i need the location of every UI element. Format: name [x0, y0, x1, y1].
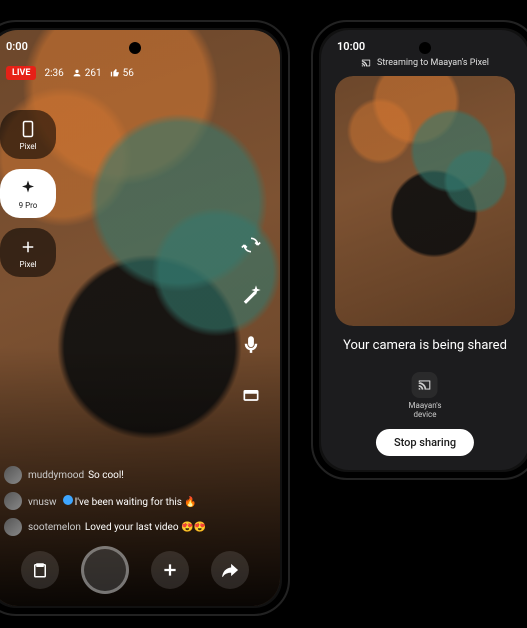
flip-camera-icon — [241, 235, 261, 255]
comment-row: sootemelon Loved your last video 😍😍 — [4, 518, 220, 536]
mic-icon — [241, 335, 261, 355]
comment-user: muddymood — [28, 470, 84, 481]
avatar — [4, 492, 22, 510]
phone-frame-icon — [19, 120, 37, 138]
rail-label: Pixel — [19, 260, 36, 269]
right-controls — [236, 230, 266, 410]
like-count: 56 — [110, 68, 134, 79]
camera-preview — [335, 76, 515, 326]
phone-streaming: 0:00 LIVE 2:36 261 56 Pixel — [0, 20, 290, 616]
verified-badge-icon — [63, 495, 73, 505]
cast-icon — [361, 58, 371, 68]
shutter-button[interactable] — [81, 546, 129, 594]
bottom-toolbar — [0, 546, 280, 594]
comment-row: muddymood So cool! — [4, 466, 220, 484]
stream-header: LIVE 2:36 261 56 — [0, 66, 280, 80]
plus-icon — [19, 238, 37, 256]
avatar — [4, 466, 22, 484]
stream-duration: 2:36 — [44, 68, 63, 79]
avatar — [4, 518, 22, 536]
share-button[interactable] — [211, 551, 249, 589]
share-icon — [221, 561, 239, 579]
wand-icon — [241, 285, 261, 305]
streaming-indicator: Streaming to Maayan's Pixel — [321, 58, 527, 68]
rail-label: 9 Pro — [19, 201, 38, 210]
device-label: Maayan's device — [409, 402, 442, 420]
comment-row: vnusw I've been waiting for this 🔥 — [4, 492, 220, 510]
clipboard-button[interactable] — [21, 551, 59, 589]
camera-punchhole — [129, 42, 141, 54]
camera-feed — [335, 76, 515, 326]
phone-sharing: 10:00 Streaming to Maayan's Pixel Your c… — [311, 20, 527, 480]
streaming-label: Streaming to Maayan's Pixel — [377, 58, 489, 68]
filters-button[interactable] — [236, 280, 266, 310]
thumbs-up-icon — [110, 68, 120, 78]
share-title: Your camera is being shared — [321, 338, 527, 353]
sparkle-icon — [19, 179, 37, 197]
viewer-count: 261 — [72, 68, 102, 79]
comment-text: I've been waiting for this 🔥 — [75, 497, 197, 508]
add-effect-button[interactable] — [151, 551, 189, 589]
stop-sharing-button[interactable]: Stop sharing — [376, 429, 474, 456]
comment-user: vnusw — [28, 497, 57, 508]
camera-punchhole — [419, 42, 431, 54]
comment-text: So cool! — [88, 470, 124, 481]
screen: 0:00 LIVE 2:36 261 56 Pixel — [0, 30, 280, 606]
card-icon — [241, 385, 261, 405]
flip-camera-button[interactable] — [236, 230, 266, 260]
status-time: 10:00 — [337, 40, 365, 53]
cast-icon — [418, 378, 432, 392]
person-icon — [72, 68, 82, 78]
status-time: 0:00 — [6, 40, 28, 53]
rail-label: Pixel — [19, 142, 36, 151]
camera-source-rail: Pixel 9 Pro Pixel — [0, 110, 56, 277]
screen: 10:00 Streaming to Maayan's Pixel Your c… — [321, 30, 527, 470]
live-badge: LIVE — [6, 66, 36, 80]
more-button[interactable] — [236, 380, 266, 410]
comment-user: sootemelon — [28, 522, 81, 533]
comment-text: Loved your last video 😍😍 — [85, 522, 206, 533]
clipboard-icon — [31, 561, 49, 579]
camera-source-pixel[interactable]: Pixel — [0, 110, 56, 159]
live-comments: muddymood So cool! vnusw I've been waiting… — [4, 466, 220, 536]
camera-source-9pro[interactable]: 9 Pro — [0, 169, 56, 218]
mic-button[interactable] — [236, 330, 266, 360]
camera-source-add[interactable]: Pixel — [0, 228, 56, 277]
device-chip[interactable]: Maayan's device — [409, 372, 442, 420]
plus-icon — [161, 561, 179, 579]
